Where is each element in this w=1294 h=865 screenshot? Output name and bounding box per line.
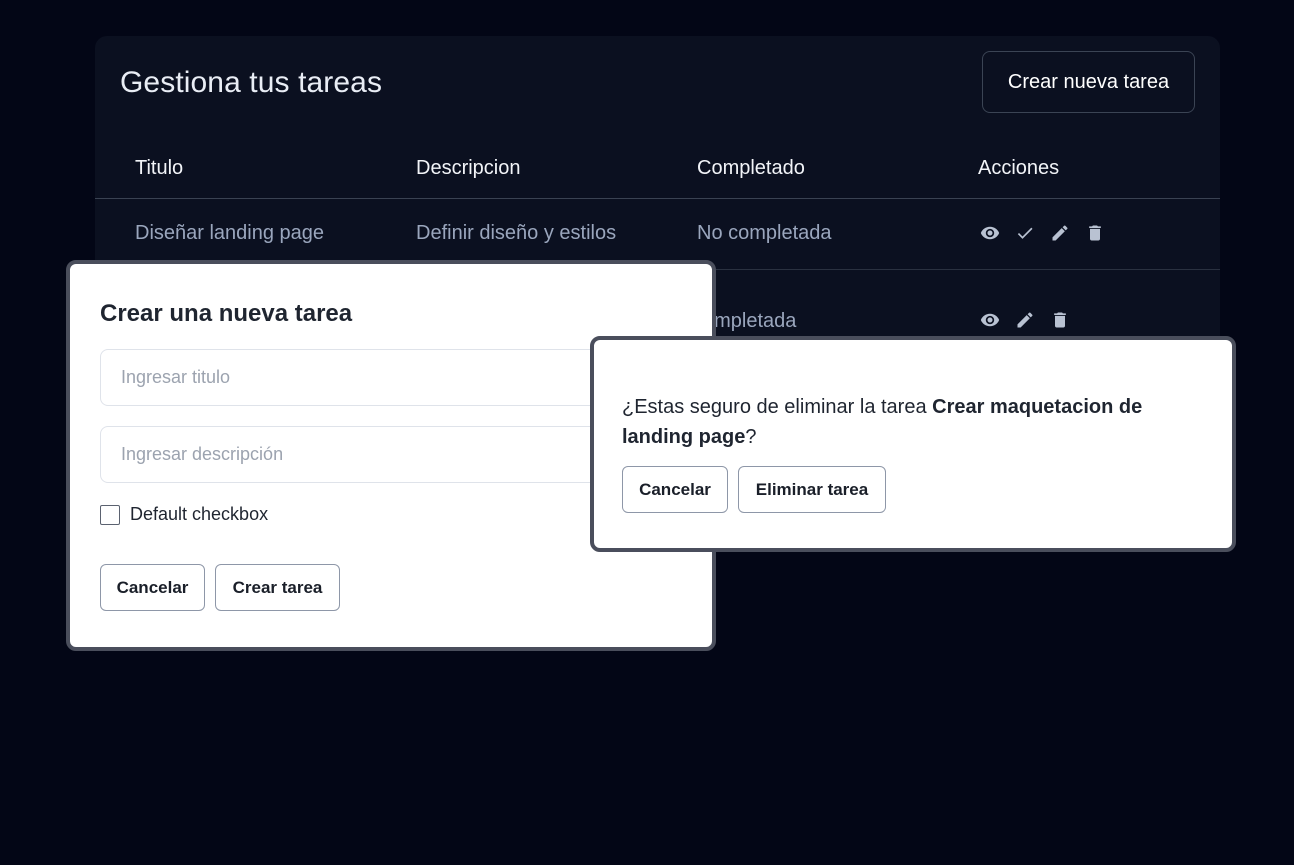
task-description-cell: Definir diseño y estilos	[416, 222, 617, 244]
column-header-description: Descripcion	[416, 157, 521, 179]
check-icon[interactable]	[1013, 221, 1037, 245]
cancel-button[interactable]: Cancelar	[100, 564, 205, 611]
completed-checkbox-group: Default checkbox	[100, 504, 268, 525]
pencil-icon[interactable]	[1013, 308, 1037, 332]
pencil-icon[interactable]	[1048, 221, 1072, 245]
row-actions	[978, 221, 1107, 245]
row-actions	[978, 308, 1072, 332]
eye-icon[interactable]	[978, 308, 1002, 332]
task-status-cell: ompletada	[703, 310, 797, 332]
trash-icon[interactable]	[1048, 308, 1072, 332]
confirm-prefix: ¿Estas seguro de eliminar la tarea	[622, 396, 933, 418]
page-title: Gestiona tus tareas	[120, 66, 383, 99]
column-header-title: Titulo	[135, 157, 184, 179]
cancel-button[interactable]: Cancelar	[622, 466, 728, 513]
create-task-button[interactable]: Crear tarea	[215, 564, 340, 611]
delete-confirmation-text: ¿Estas seguro de eliminar la tarea Crear…	[622, 392, 1182, 452]
create-new-task-button[interactable]: Crear nueva tarea	[982, 51, 1195, 113]
modal-title: Crear una nueva tarea	[100, 300, 353, 327]
trash-icon[interactable]	[1083, 221, 1107, 245]
delete-task-modal: ¿Estas seguro de eliminar la tarea Crear…	[590, 336, 1236, 552]
delete-task-button[interactable]: Eliminar tarea	[738, 466, 886, 513]
checkbox-label: Default checkbox	[130, 504, 269, 524]
confirm-suffix: ?	[745, 426, 757, 448]
completed-checkbox[interactable]	[100, 504, 120, 525]
column-header-completed: Completado	[697, 157, 805, 179]
table-header: Titulo Descripcion Completado Acciones	[95, 146, 1220, 199]
eye-icon[interactable]	[978, 221, 1002, 245]
task-status-cell: No completada	[697, 222, 832, 244]
column-header-actions: Acciones	[978, 157, 1060, 179]
task-title-cell: Diseñar landing page	[135, 222, 325, 244]
